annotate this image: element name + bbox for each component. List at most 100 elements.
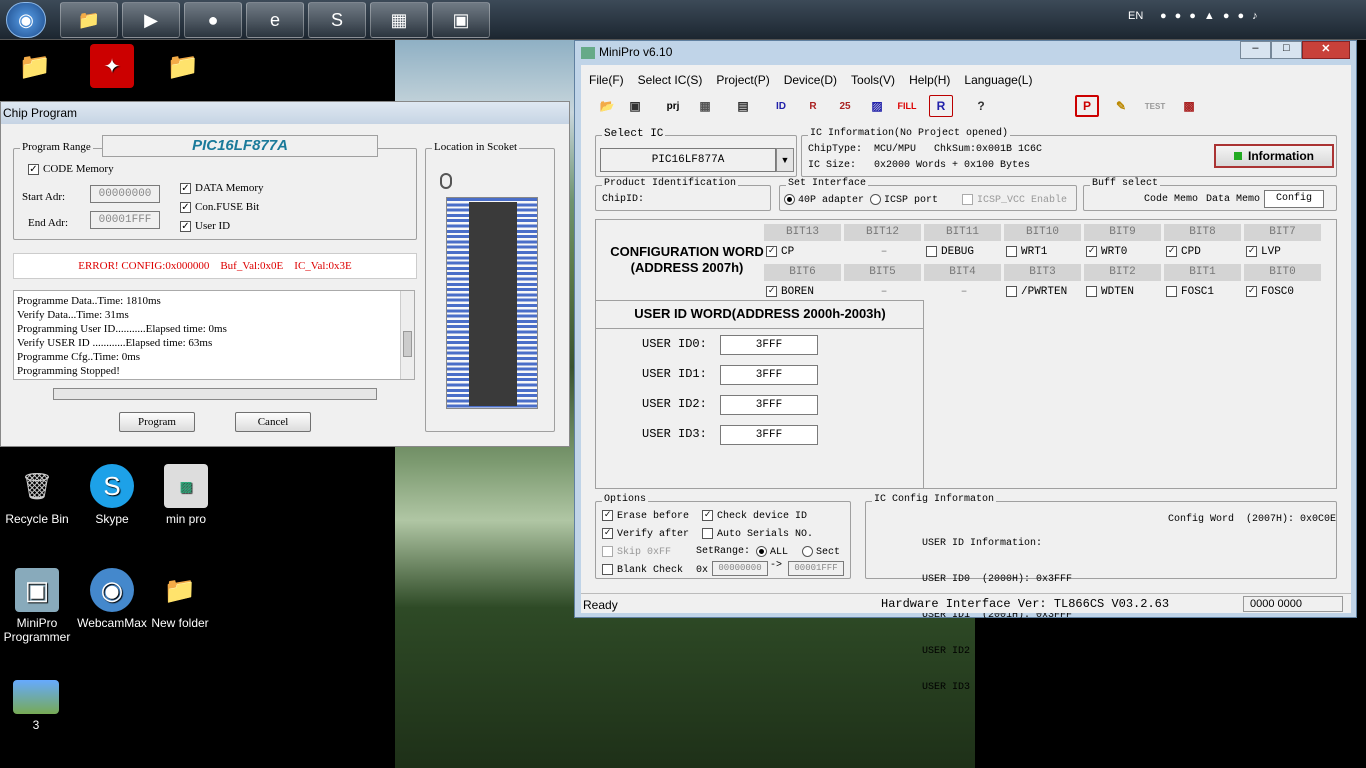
maximize-button[interactable]: □ bbox=[1270, 41, 1302, 59]
memory-icon[interactable]: ▤ bbox=[731, 95, 755, 117]
user-id1-field[interactable]: 3FFF bbox=[720, 365, 818, 385]
con-fuse-checkbox[interactable]: ✓ Con.FUSE Bit bbox=[180, 201, 259, 213]
recycle-bin-icon[interactable]: 🗑 Recycle Bin bbox=[0, 464, 77, 527]
menu-tools[interactable]: Tools(V) bbox=[851, 73, 895, 87]
iface-40p-radio[interactable]: 40P adapter bbox=[784, 194, 864, 206]
check-device-id-checkbox[interactable]: ✓ Check device ID bbox=[702, 510, 807, 522]
bit-checkbox[interactable]: ✓ BOREN bbox=[766, 284, 842, 301]
menu-device[interactable]: Device(D) bbox=[784, 73, 837, 87]
range-all-radio[interactable]: ALL bbox=[756, 546, 788, 558]
user-id2-field[interactable]: 3FFF bbox=[720, 395, 818, 415]
bit-check-icon[interactable]: ✓ bbox=[1086, 245, 1097, 257]
program-button[interactable]: Program bbox=[119, 412, 195, 432]
select-ic-field[interactable]: PIC16LF877A bbox=[600, 148, 776, 172]
log-list[interactable]: Programme Data..Time: 1810ms Verify Data… bbox=[13, 290, 415, 380]
bit-check-icon[interactable]: ✓ bbox=[766, 245, 777, 257]
bit-check-icon[interactable] bbox=[1006, 285, 1017, 297]
bit-check-icon[interactable] bbox=[1166, 285, 1177, 297]
iface-icsp-radio[interactable]: ICSP port bbox=[870, 194, 938, 206]
bit-checkbox[interactable]: WRT1 bbox=[1006, 244, 1082, 261]
log-scrollbar[interactable] bbox=[400, 291, 414, 379]
image-3-icon[interactable]: 3 bbox=[0, 680, 76, 732]
code-memory-checkbox[interactable]: ✓ CODE Memory bbox=[28, 163, 114, 175]
bit-check-icon[interactable]: ✓ bbox=[1246, 285, 1257, 297]
bit-checkbox[interactable]: DEBUG bbox=[926, 244, 1002, 261]
bit-checkbox[interactable]: ✓ CP bbox=[766, 244, 842, 261]
chip-icon[interactable]: ▩ bbox=[1177, 95, 1201, 117]
read-icon[interactable]: R bbox=[801, 95, 825, 117]
read-id-icon[interactable]: ID bbox=[769, 95, 793, 117]
bit-checkbox[interactable]: ✓ LVP bbox=[1246, 244, 1322, 261]
menu-project[interactable]: Project(P) bbox=[716, 73, 769, 87]
bit-check-icon[interactable]: ✓ bbox=[1166, 245, 1177, 257]
minipro-titlebar[interactable]: MiniPro v6.10 bbox=[581, 45, 672, 59]
minimize-button[interactable]: – bbox=[1240, 41, 1271, 59]
buff-config-tab[interactable]: Config bbox=[1264, 190, 1324, 208]
bit-check-icon[interactable] bbox=[1006, 245, 1017, 257]
tray-icons[interactable]: ●●●▲●●♪ bbox=[1160, 10, 1266, 22]
bit-check-icon[interactable]: ✓ bbox=[766, 285, 777, 297]
ie-taskbar-icon[interactable]: e bbox=[246, 2, 304, 38]
menu-language[interactable]: Language(L) bbox=[964, 73, 1032, 87]
save-icon[interactable]: ▣ bbox=[623, 95, 647, 117]
image-folder-icon[interactable]: 📁 bbox=[143, 44, 223, 92]
save-project-icon[interactable]: ▦ bbox=[693, 95, 717, 117]
explorer-taskbar-icon[interactable]: 📁 bbox=[60, 2, 118, 38]
help-icon[interactable]: ? bbox=[969, 95, 993, 117]
edit-icon[interactable]: ✎ bbox=[1109, 95, 1133, 117]
icsp-vcc-checkbox[interactable]: ICSP_VCC Enable bbox=[962, 194, 1067, 206]
chip-program-titlebar[interactable]: Chip Program bbox=[1, 102, 569, 124]
verify-icon[interactable]: 25 bbox=[833, 95, 857, 117]
bit-checkbox[interactable]: ✓ FOSC0 bbox=[1246, 284, 1322, 301]
user-id-checkbox[interactable]: ✓ User ID bbox=[180, 220, 230, 232]
start-button[interactable]: ◉ bbox=[6, 2, 46, 38]
skip-ff-checkbox[interactable]: Skip 0xFF bbox=[602, 546, 671, 558]
verify-after-checkbox[interactable]: ✓ Verify after bbox=[602, 528, 689, 540]
bit-check-icon[interactable] bbox=[926, 245, 937, 257]
minipro-taskbar-icon[interactable]: ▣ bbox=[432, 2, 490, 38]
bit-check-icon[interactable] bbox=[1086, 285, 1097, 297]
blank-check-icon[interactable]: ▨ bbox=[865, 95, 889, 117]
min-pro-icon[interactable]: ▩ min pro bbox=[146, 464, 226, 526]
minipro-programmer-icon[interactable]: ▣ MiniPro Programmer bbox=[0, 568, 77, 644]
bit-check-icon[interactable]: ✓ bbox=[1246, 245, 1257, 257]
buff-data-tab[interactable]: Data Memo bbox=[1206, 194, 1260, 205]
blank-check-checkbox[interactable]: Blank Check bbox=[602, 564, 683, 576]
auto-serials-checkbox[interactable]: Auto Serials NO. bbox=[702, 528, 813, 540]
bit-checkbox[interactable]: /PWRTEN bbox=[1006, 284, 1082, 301]
bit-checkbox[interactable]: WDTEN bbox=[1086, 284, 1162, 301]
r-icon[interactable]: R bbox=[929, 95, 953, 117]
close-button[interactable]: ✕ bbox=[1301, 41, 1350, 59]
information-button[interactable]: Information bbox=[1214, 144, 1334, 168]
range-sect-radio[interactable]: Sect bbox=[802, 546, 840, 558]
buff-code-tab[interactable]: Code Memo bbox=[1144, 194, 1198, 205]
test-icon[interactable]: TEST bbox=[1143, 95, 1167, 117]
fill-icon[interactable]: FILL bbox=[895, 95, 919, 117]
bit-checkbox[interactable]: ✓ WRT0 bbox=[1086, 244, 1162, 261]
program-icon[interactable]: P bbox=[1075, 95, 1099, 117]
bit-checkbox[interactable]: FOSC1 bbox=[1166, 284, 1242, 301]
language-indicator[interactable]: EN bbox=[1128, 10, 1143, 22]
range-to-field[interactable]: 00001FFF bbox=[788, 561, 844, 576]
user-folder-icon[interactable]: 📁 bbox=[0, 44, 75, 92]
user-id0-field[interactable]: 3FFF bbox=[720, 335, 818, 355]
cancel-button[interactable]: Cancel bbox=[235, 412, 311, 432]
winrar-taskbar-icon[interactable]: ▦ bbox=[370, 2, 428, 38]
new-folder-icon[interactable]: 📁 New folder bbox=[140, 568, 220, 631]
media-player-taskbar-icon[interactable]: ▶ bbox=[122, 2, 180, 38]
end-adr-field[interactable]: 00001FFF bbox=[90, 211, 160, 229]
skype-taskbar-icon[interactable]: S bbox=[308, 2, 366, 38]
pdf-shortcut-icon[interactable]: ✦ bbox=[72, 44, 152, 92]
data-memory-checkbox[interactable]: ✓ DATA Memory bbox=[180, 182, 263, 194]
user-id3-field[interactable]: 3FFF bbox=[720, 425, 818, 445]
chrome-taskbar-icon[interactable]: ● bbox=[184, 2, 242, 38]
skype-desktop-icon[interactable]: S Skype bbox=[72, 464, 152, 526]
open-icon[interactable]: 📂 bbox=[595, 95, 619, 117]
bit-checkbox[interactable]: ✓ CPD bbox=[1166, 244, 1242, 261]
menu-help[interactable]: Help(H) bbox=[909, 73, 950, 87]
start-adr-field[interactable]: 00000000 bbox=[90, 185, 160, 203]
select-ic-dropdown-icon[interactable]: ▼ bbox=[776, 148, 794, 172]
project-icon[interactable]: prj bbox=[661, 95, 685, 117]
menu-file[interactable]: File(F) bbox=[589, 73, 624, 87]
menu-select-ic[interactable]: Select IC(S) bbox=[638, 73, 703, 87]
